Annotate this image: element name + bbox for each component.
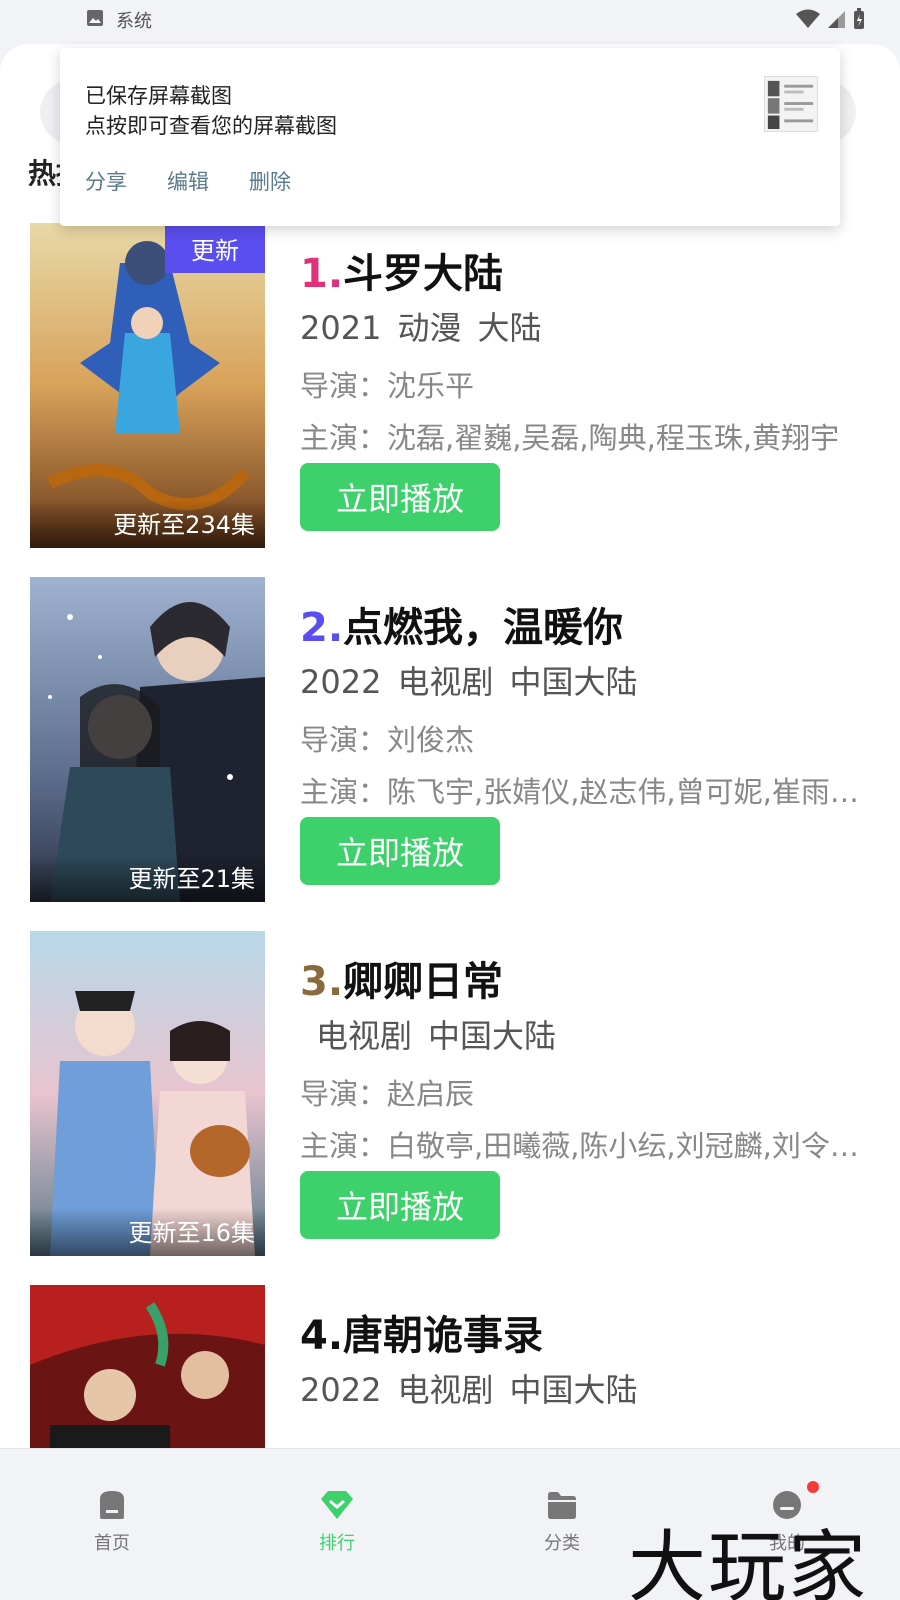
item-meta: 电视剧 中国大陆 (300, 1011, 572, 1057)
item-cast: 主演：沈磊,翟巍,吴磊,陶典,程玉珠,黄翔宇 (300, 421, 840, 455)
watermark-logo: 大玩家 (628, 1523, 869, 1600)
edit-button[interactable]: 编辑 (167, 166, 209, 196)
item-genre: 电视剧 (316, 1017, 413, 1055)
poster-image[interactable]: 更新至21集 (30, 577, 265, 902)
poster-image[interactable]: 更新 更新至234集 (30, 223, 265, 548)
item-director: 导演：赵启辰 (300, 1077, 475, 1111)
rank-diamond-icon (321, 1491, 353, 1519)
item-region: 大陆 (477, 309, 542, 347)
item-name: 点燃我，温暖你 (343, 605, 624, 651)
wifi-icon (796, 9, 820, 28)
play-now-button[interactable]: 立即播放 (300, 1171, 500, 1239)
notification-body: 点按即可查看您的屏幕截图 (85, 114, 337, 138)
poster-art (30, 1285, 265, 1448)
item-region: 中国大陆 (509, 663, 638, 701)
list-item[interactable]: 更新 更新至234集 1.斗罗大陆 2021 动漫 大陆 导演：沈乐平 主演：沈磊,… (0, 223, 900, 553)
status-bar: 系统 (0, 0, 900, 40)
episode-caption: 更新至16集 (30, 1208, 265, 1256)
app-content: 热播 更新 更新至234集 1.斗罗大陆 2021 动漫 大陆 导演：沈乐平 主… (0, 44, 900, 1448)
poster-image[interactable] (30, 1285, 265, 1448)
tab-home[interactable]: 首页 (52, 1489, 172, 1555)
screenshot-notification[interactable]: 已保存屏幕截图 点按即可查看您的屏幕截图 分享 编辑 删除 (60, 48, 840, 226)
item-title[interactable]: 1.斗罗大陆 (300, 241, 503, 299)
rank-number: 3. (300, 959, 344, 1005)
item-meta: 2022 电视剧 中国大陆 (300, 657, 653, 703)
item-title[interactable]: 4.唐朝诡事录 (300, 1303, 543, 1361)
item-region: 中国大陆 (509, 1371, 638, 1409)
image-icon (87, 10, 103, 26)
notification-dot (807, 1481, 819, 1493)
item-director: 导演：沈乐平 (300, 369, 475, 403)
item-cast: 主演：白敬亭,田曦薇,陈小纭,刘冠麟,刘令… (300, 1129, 859, 1163)
item-genre: 电视剧 (397, 663, 494, 701)
item-year: 2022 (300, 663, 382, 701)
item-title[interactable]: 3.卿卿日常 (300, 949, 503, 1007)
poster-image[interactable]: 更新至16集 (30, 931, 265, 1256)
item-genre: 电视剧 (397, 1371, 494, 1409)
home-icon (100, 1491, 124, 1519)
battery-icon (854, 8, 864, 29)
tab-label: 排行 (319, 1533, 355, 1554)
item-title[interactable]: 2.点燃我，温暖你 (300, 595, 623, 653)
item-region: 中国大陆 (428, 1017, 557, 1055)
signal-icon (828, 11, 845, 28)
list-item[interactable]: 更新至21集 2.点燃我，温暖你 2022 电视剧 中国大陆 导演：刘俊杰 主演：陈… (0, 577, 900, 907)
status-icons (796, 8, 866, 30)
list-item[interactable]: 4.唐朝诡事录 2022 电视剧 中国大陆 (0, 1285, 900, 1448)
episode-caption: 更新至234集 (30, 500, 265, 548)
list-item[interactable]: 更新至16集 3.卿卿日常 电视剧 中国大陆 导演：赵启辰 主演：白敬亭,田曦薇,… (0, 931, 900, 1261)
item-meta: 2022 电视剧 中国大陆 (300, 1365, 653, 1411)
tab-category[interactable]: 分类 (502, 1489, 622, 1555)
tab-label: 首页 (94, 1533, 130, 1554)
notification-title: 已保存屏幕截图 (85, 84, 232, 108)
item-cast: 主演：陈飞宇,张婧仪,赵志伟,曾可妮,崔雨… (300, 775, 859, 809)
status-app-label: 系统 (116, 11, 152, 32)
screenshot-thumbnail[interactable] (764, 76, 818, 132)
share-button[interactable]: 分享 (85, 166, 127, 196)
item-year: 2022 (300, 1371, 382, 1409)
delete-button[interactable]: 删除 (249, 166, 291, 196)
rank-number: 4. (300, 1313, 344, 1359)
item-year: 2021 (300, 309, 382, 347)
item-name: 卿卿日常 (343, 959, 504, 1005)
tab-ranking[interactable]: 排行 (277, 1489, 397, 1555)
item-director: 导演：刘俊杰 (300, 723, 475, 757)
update-badge: 更新 (165, 223, 265, 273)
item-genre: 动漫 (397, 309, 462, 347)
play-now-button[interactable]: 立即播放 (300, 463, 500, 531)
tab-label: 分类 (544, 1533, 580, 1554)
item-name: 斗罗大陆 (343, 251, 504, 297)
item-meta: 2021 动漫 大陆 (300, 303, 557, 349)
folder-icon (548, 1492, 576, 1519)
rank-number: 2. (300, 605, 344, 651)
rank-number: 1. (300, 251, 344, 297)
episode-caption: 更新至21集 (30, 854, 265, 902)
play-now-button[interactable]: 立即播放 (300, 817, 500, 885)
notification-actions: 分享 编辑 删除 (85, 166, 291, 196)
item-name: 唐朝诡事录 (343, 1313, 544, 1359)
